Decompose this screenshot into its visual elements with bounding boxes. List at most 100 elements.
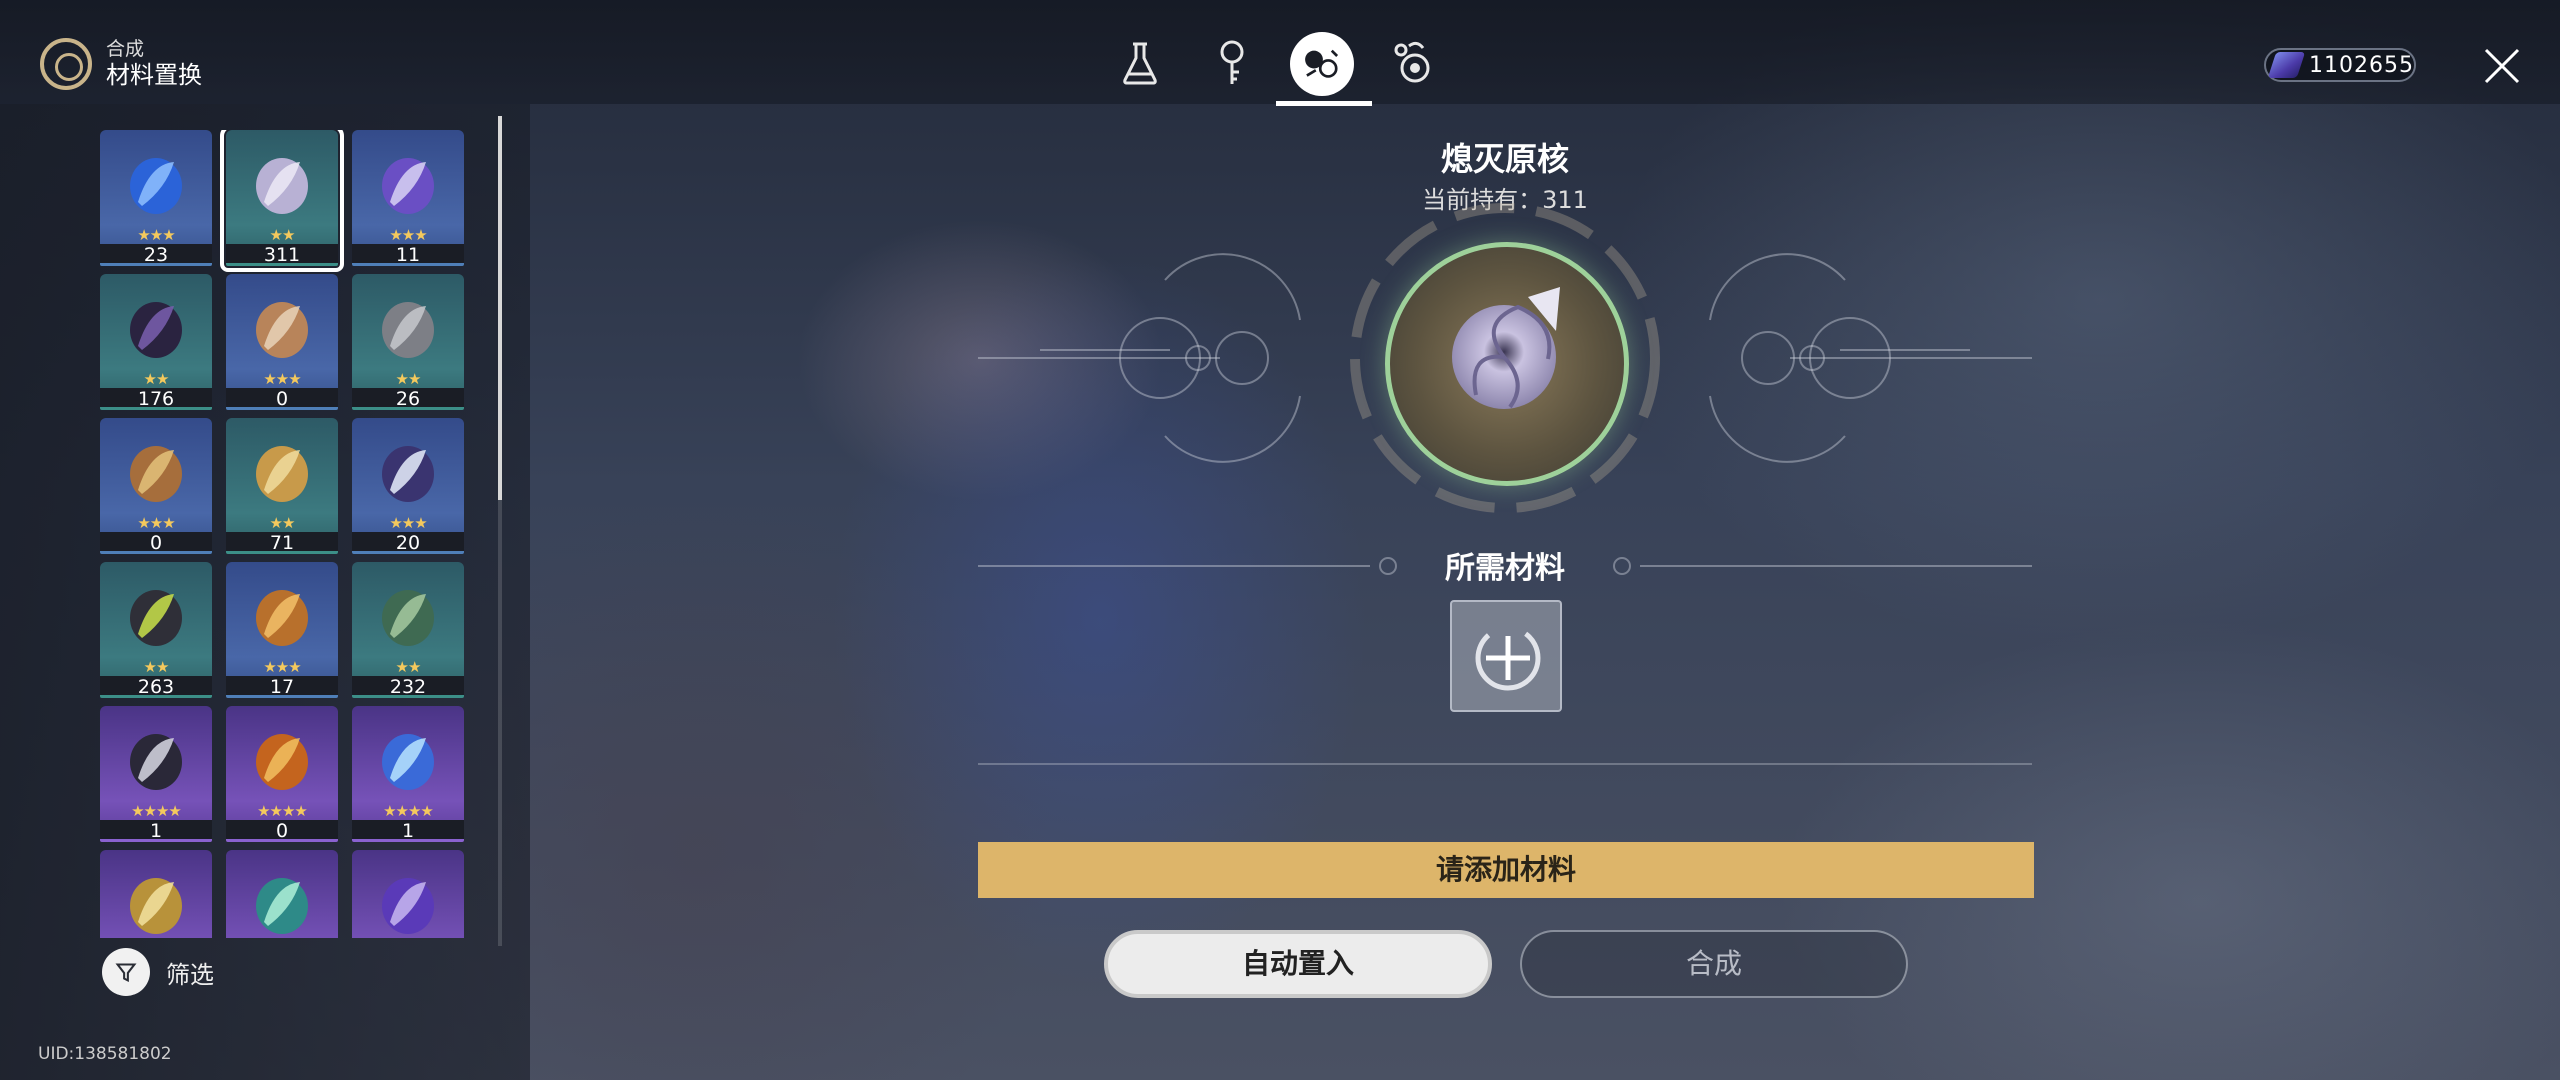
tab-bubbles[interactable] (1374, 30, 1454, 106)
rarity-stars: ★★★ (389, 514, 427, 532)
page-title: 材料置换 (106, 61, 202, 89)
rarity-stars: ★★★ (389, 226, 427, 244)
active-tab-underline (1276, 101, 1372, 106)
rarity-stars: ★★★ (263, 370, 301, 388)
dark-blade-icon (130, 734, 182, 790)
gold-spike-icon (130, 878, 182, 934)
material-card[interactable]: ★★ 311 (220, 130, 344, 272)
add-material-hint: 请添加材料 (978, 842, 2034, 898)
blue-crystal-icon (382, 734, 434, 790)
rarity-stars: ★★★ (263, 658, 301, 676)
tab-exchange-circle (1290, 32, 1354, 96)
material-card[interactable] (226, 850, 338, 938)
rarity-stars: ★★★★ (383, 802, 434, 820)
flower-branch-icon (382, 446, 434, 502)
material-count: 26 (352, 388, 464, 410)
currency-display[interactable]: 1102655 (2264, 48, 2416, 82)
material-card[interactable]: ★★ 232 (352, 562, 464, 698)
material-count: 232 (352, 676, 464, 698)
blue-core-icon (130, 158, 182, 214)
material-card[interactable]: ★★★★ 1 (100, 706, 212, 842)
material-card[interactable]: ★★ 176 (100, 274, 212, 410)
rarity-stars: ★★ (143, 658, 170, 676)
material-count: 0 (226, 820, 338, 842)
material-slot[interactable] (1450, 600, 1562, 712)
rarity-stars: ★★★★ (131, 802, 182, 820)
craft-button[interactable]: 合成 (1520, 930, 1908, 998)
gear-ring-icon (256, 590, 308, 646)
tab-flask[interactable] (1100, 30, 1180, 106)
dark-ribbon-icon (130, 302, 182, 358)
filter-label: 筛选 (166, 960, 214, 989)
material-grid: ★★★ 23 ★★ 311 ★★★ 11 ★★ 176 ★★★ 0 ★★ 26 ★★★ 0 ★★ 71 ★★★ 2… (100, 130, 470, 938)
material-count: 17 (226, 676, 338, 698)
uid-label: UID:138581802 (38, 1044, 172, 1064)
material-card[interactable]: ★★★ 0 (226, 274, 338, 410)
filter-button[interactable]: 筛选 (102, 948, 214, 996)
credit-chip-icon (2267, 52, 2306, 78)
material-card[interactable]: ★★★★ 1 (352, 706, 464, 842)
rarity-stars: ★★ (395, 370, 422, 388)
material-card[interactable] (352, 850, 464, 938)
rarity-stars: ★★ (395, 658, 422, 676)
brand: 合成 材料置换 (40, 38, 202, 90)
auto-fill-button[interactable]: 自动置入 (1104, 930, 1492, 998)
material-count: 20 (352, 532, 464, 554)
top-bar: 合成 材料置换 1102655 (0, 0, 2560, 106)
material-card[interactable]: ★★★ 11 (352, 130, 464, 266)
material-card[interactable]: ★★ 26 (352, 274, 464, 410)
material-card[interactable]: ★★★ 17 (226, 562, 338, 698)
rarity-stars: ★★★★ (257, 802, 308, 820)
green-box-icon (382, 590, 434, 646)
funnel-icon (115, 963, 137, 983)
material-card[interactable]: ★★ 263 (100, 562, 212, 698)
gold-gear-icon (256, 446, 308, 502)
category-label: 合成 (106, 38, 145, 60)
rarity-stars: ★★ (269, 514, 296, 532)
bone-key-icon (256, 302, 308, 358)
material-card[interactable]: ★★★★ 0 (226, 706, 338, 842)
crystal-ribbon-icon (382, 158, 434, 214)
material-card[interactable]: ★★★ 20 (352, 418, 464, 554)
material-count: 11 (352, 244, 464, 266)
rarity-stars: ★★★ (137, 226, 175, 244)
rarity-stars: ★★ (143, 370, 170, 388)
material-count: 23 (100, 244, 212, 266)
silver-shell-icon (256, 158, 308, 214)
bubbles-icon (1394, 41, 1430, 83)
mech-arm-icon (130, 446, 182, 502)
tab-key[interactable] (1192, 30, 1272, 106)
material-count: 71 (226, 532, 338, 554)
filter-icon-circle (102, 948, 150, 996)
material-card[interactable]: ★★★ 0 (100, 418, 212, 554)
purple-pixel-icon (382, 878, 434, 934)
material-count: 0 (226, 388, 338, 410)
material-count: 263 (100, 676, 212, 698)
gear-pair-icon (382, 302, 434, 358)
material-card[interactable] (100, 850, 212, 938)
mode-tabs (1100, 30, 1480, 106)
key-icon (1220, 40, 1244, 84)
teal-leaf-icon (256, 878, 308, 934)
material-count: 1 (100, 820, 212, 842)
flask-icon (1123, 42, 1157, 85)
amber-shard-icon (256, 734, 308, 790)
scrollbar-thumb[interactable] (498, 116, 502, 500)
material-count: 311 (226, 244, 338, 266)
rarity-stars: ★★ (269, 226, 296, 244)
twig-icon (130, 590, 182, 646)
rarity-stars: ★★★ (137, 514, 175, 532)
brand-text: 合成 材料置换 (106, 38, 202, 90)
silver-shell-icon (1452, 287, 1560, 409)
synthesis-emblem-icon (40, 38, 92, 90)
close-icon[interactable] (2480, 44, 2524, 88)
material-count: 0 (100, 532, 212, 554)
add-icon (1475, 625, 1541, 691)
material-card[interactable]: ★★ 71 (226, 418, 338, 554)
material-count: 1 (352, 820, 464, 842)
tab-exchange[interactable] (1276, 30, 1372, 106)
required-materials-label: 所需材料 (1445, 551, 1565, 586)
material-count: 176 (100, 388, 212, 410)
exchange-icon (1305, 49, 1339, 78)
material-card[interactable]: ★★★ 23 (100, 130, 212, 266)
